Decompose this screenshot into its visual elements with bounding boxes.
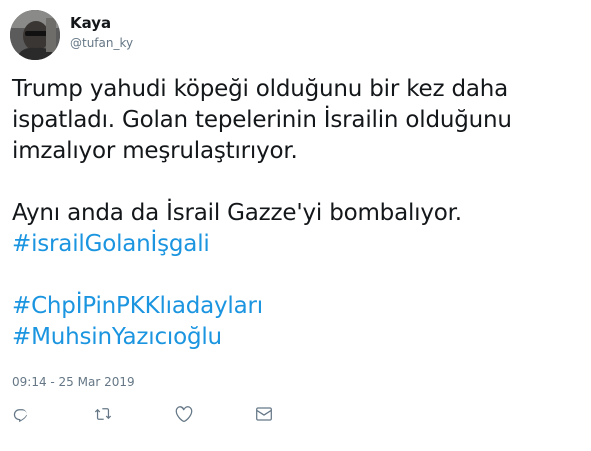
envelope-icon	[256, 407, 272, 421]
tweet-timestamp[interactable]: 09:14 - 25 Mar 2019	[12, 374, 135, 390]
hashtag-link[interactable]: #israilGolanİşgali	[12, 229, 577, 260]
avatar-image	[10, 10, 60, 60]
direct-message-button[interactable]	[254, 404, 276, 426]
hashtag-link[interactable]: #MuhsinYazıcıoğlu	[12, 322, 577, 353]
reply-icon	[13, 409, 27, 423]
tweet-actions	[0, 404, 591, 426]
heart-icon	[175, 406, 193, 422]
hashtag-link[interactable]: #ChpİPinPKKlıadayları	[12, 291, 577, 322]
reply-button[interactable]	[11, 404, 33, 426]
tweet-text-line: ispatladı. Golan tepelerinin İsrailin ol…	[12, 107, 512, 133]
tweet-text-line: Aynı anda da İsrail Gazze'yi bombalıyor.	[12, 200, 462, 226]
author-name[interactable]: Kaya	[70, 13, 111, 33]
retweet-button[interactable]	[93, 404, 115, 426]
tweet-text-line: Trump yahudi köpeği olduğunu bir kez dah…	[12, 76, 509, 102]
tweet-text: Trump yahudi köpeği olduğunu bir kez dah…	[12, 74, 577, 353]
retweet-icon	[94, 408, 112, 420]
like-button[interactable]	[174, 404, 196, 426]
author-handle[interactable]: @tufan_ky	[70, 35, 133, 51]
tweet-text-line: imzalıyor meşrulaştırıyor.	[12, 138, 298, 164]
tweet-card: Kaya @tufan_ky Trump yahudi köpeği olduğ…	[0, 0, 591, 451]
avatar[interactable]	[10, 10, 60, 60]
